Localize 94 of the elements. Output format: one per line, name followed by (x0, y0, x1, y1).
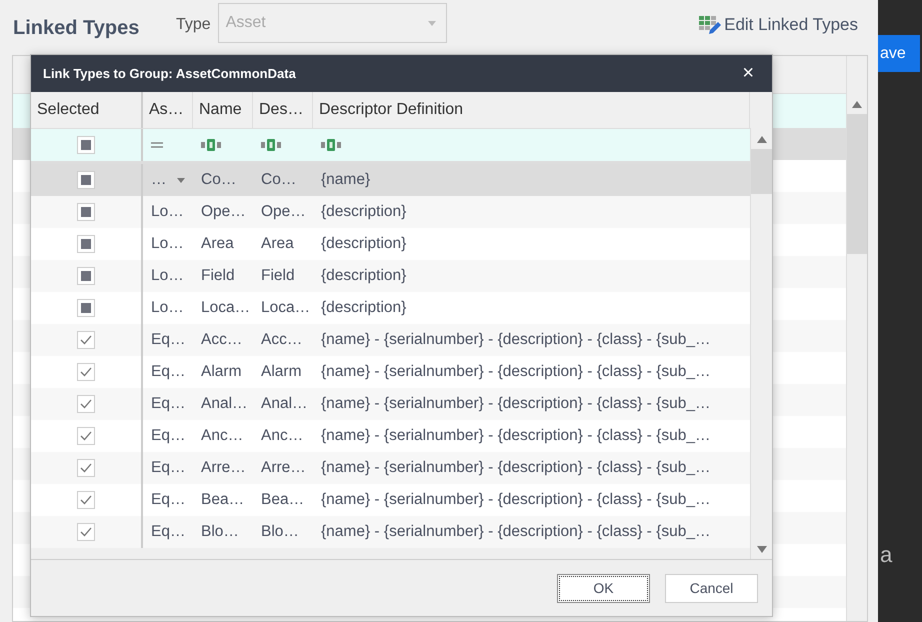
check-icon (80, 367, 92, 377)
table-cell: … (151, 171, 166, 189)
check-icon (80, 463, 92, 473)
table-cell: Blo… (261, 523, 299, 541)
table-cell: Alarm (261, 363, 302, 381)
grid-pencil-icon (699, 15, 722, 35)
checkbox[interactable] (77, 427, 95, 445)
table-cell: Acc… (261, 331, 302, 349)
scroll-thumb[interactable] (751, 149, 772, 194)
scrollbar[interactable] (750, 128, 772, 559)
page-title: Linked Types (13, 16, 140, 40)
save-button[interactable]: ave (878, 35, 920, 72)
table-cell: Lo… (151, 267, 184, 285)
dialog-button[interactable]: OK (557, 574, 650, 602)
dropdown-caret-icon[interactable] (177, 178, 185, 182)
table-cell: Arre… (201, 459, 246, 477)
table-cell: {name} - {serialnumber} - {description} - {class} - {sub_… (321, 491, 710, 509)
table-cell: Blo… (201, 523, 239, 541)
checkbox[interactable] (77, 299, 95, 317)
scroll-up-icon[interactable] (852, 101, 862, 108)
table-cell: Bea… (261, 491, 304, 509)
table-cell: Lo… (151, 203, 184, 221)
table-cell: Loca… (261, 299, 310, 317)
check-icon (80, 527, 92, 537)
check-icon (80, 495, 92, 505)
dialog-button[interactable]: Cancel (665, 574, 758, 602)
panel-text: a (879, 542, 892, 568)
checkbox[interactable] (77, 523, 95, 541)
table-cell: Alarm (201, 363, 242, 381)
table-cell: Lo… (151, 299, 184, 317)
checkbox[interactable] (77, 136, 95, 154)
table-cell: {description} (321, 235, 406, 253)
scroll-up-icon[interactable] (756, 136, 766, 143)
table-cell: {name} - {serialnumber} - {description} - {class} - {sub_… (321, 459, 710, 477)
checkbox[interactable] (77, 203, 95, 221)
checkbox[interactable] (77, 235, 95, 253)
table-cell: Loca… (201, 299, 250, 317)
scroll-down-icon[interactable] (756, 546, 766, 553)
table-cell: Acc… (201, 331, 242, 349)
edit-linked-types-button[interactable]: Edit Linked Types (699, 15, 858, 35)
table-cell: {description} (321, 299, 406, 317)
table-cell: {name} - {serialnumber} - {description} - {class} - {sub_… (321, 331, 710, 349)
table-cell: Eq… (151, 395, 186, 413)
check-icon (80, 399, 92, 409)
table-cell: Field (261, 267, 295, 285)
table-cell: Anc… (201, 427, 244, 445)
table-cell: Eq… (151, 491, 186, 509)
checkbox[interactable] (77, 267, 95, 285)
table-cell: Area (261, 235, 294, 253)
scroll-thumb[interactable] (847, 114, 867, 254)
table-cell: Area (201, 235, 234, 253)
table-cell: Ope… (261, 203, 306, 221)
table-cell: Field (201, 267, 235, 285)
checkbox[interactable] (77, 331, 95, 349)
checkbox[interactable] (77, 171, 95, 189)
table-cell: {name} - {serialnumber} - {description} - {class} - {sub_… (321, 395, 710, 413)
table-cell: Eq… (151, 363, 186, 381)
table-cell: Anal… (261, 395, 308, 413)
check-icon (80, 335, 92, 345)
text-filter-icon[interactable] (321, 139, 341, 151)
checkbox[interactable] (77, 491, 95, 509)
column-header[interactable]: Des… (253, 92, 313, 128)
table-cell: {name} - {serialnumber} - {description} - {class} - {sub_… (321, 363, 710, 381)
dialog-title: Link Types to Group: AssetCommonData (43, 66, 296, 81)
check-icon (80, 431, 92, 441)
table-cell: {description} (321, 203, 406, 221)
table-cell: {name} - {serialnumber} - {description} - {class} - {sub_… (321, 523, 710, 541)
scrollbar[interactable] (846, 56, 867, 621)
table-cell: Anc… (261, 427, 304, 445)
equals-filter-icon[interactable] (151, 142, 163, 148)
table-cell: Ope… (201, 203, 246, 221)
table-cell: {description} (321, 267, 406, 285)
column-header[interactable]: As… (143, 92, 193, 128)
table-cell: Co… (261, 171, 296, 189)
text-filter-icon[interactable] (201, 139, 221, 151)
table-cell: Arre… (261, 459, 306, 477)
table-cell: Eq… (151, 523, 186, 541)
column-header[interactable]: Name (193, 92, 253, 128)
table-cell: Bea… (201, 491, 244, 509)
table-cell: Eq… (151, 427, 186, 445)
checkbox[interactable] (77, 395, 95, 413)
close-button[interactable]: × (736, 62, 760, 85)
table-cell: Eq… (151, 459, 186, 477)
checkbox[interactable] (77, 459, 95, 477)
table-cell: Co… (201, 171, 236, 189)
column-header[interactable]: Descriptor Definition (313, 92, 750, 128)
table-cell: {name} - {serialnumber} - {description} - {class} - {sub_… (321, 427, 710, 445)
type-label: Type (176, 16, 211, 34)
table-cell: {name} (321, 171, 370, 189)
checkbox[interactable] (77, 363, 95, 381)
table-cell: Eq… (151, 331, 186, 349)
table-cell: Anal… (201, 395, 248, 413)
text-filter-icon[interactable] (261, 139, 281, 151)
table-cell: Lo… (151, 235, 184, 253)
